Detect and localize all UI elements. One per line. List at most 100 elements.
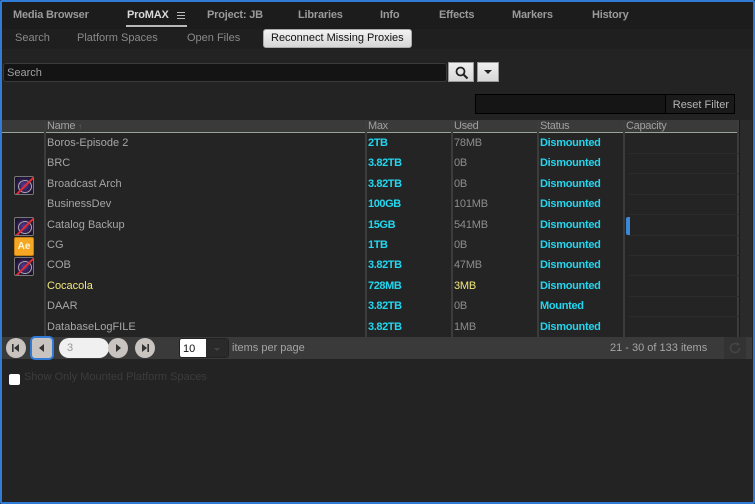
cell-used: 101MB [454, 198, 488, 211]
cell-used: 78MB [454, 137, 482, 149]
table-row[interactable]: Boros-Episode 2 2TB 78MB Dismounted [2, 134, 739, 154]
tab-info[interactable]: Info [380, 9, 400, 21]
after-effects-icon: Ae [14, 237, 34, 256]
table-header: Name ↑ Max Used Status Capacity [2, 120, 739, 133]
first-page-button[interactable] [6, 338, 26, 358]
cell-max: 3.82TB [368, 300, 402, 313]
column-header-capacity[interactable]: Capacity [626, 120, 667, 133]
tab-promax[interactable]: ProMAX [127, 9, 169, 21]
sort-ascending-icon: ↑ [78, 122, 82, 131]
items-per-page-label: items per page [232, 342, 305, 354]
table-row[interactable]: DAAR 3.82TB 0B Mounted [2, 297, 739, 318]
tab-markers[interactable]: Markers [512, 9, 553, 21]
cell-used: 0B [454, 157, 468, 170]
column-header-name[interactable]: Name ↑ [47, 120, 82, 133]
subtab-search[interactable]: Search [15, 32, 50, 44]
cell-max: 15GB [368, 218, 396, 231]
subtab-platform-spaces[interactable]: Platform Spaces [77, 32, 158, 44]
table-row[interactable]: Catalog Backup 15GB 541MB Dismounted [2, 216, 739, 236]
project-offline-icon [14, 175, 34, 195]
cell-status: Dismounted [540, 198, 601, 211]
reset-filter-button[interactable]: Reset Filter [665, 94, 735, 114]
cell-name: DAAR [47, 300, 78, 313]
previous-page-icon [39, 344, 44, 352]
tab-project-jb[interactable]: Project: JB [207, 9, 263, 21]
previous-page-button[interactable] [32, 338, 52, 358]
search-input[interactable] [3, 63, 447, 82]
cell-name: BRC [47, 157, 71, 170]
cell-status: Mounted [540, 300, 584, 313]
column-header-max[interactable]: Max [368, 120, 388, 133]
table-row[interactable]: COB 3.82TB 47MB Dismounted [2, 256, 739, 277]
cell-name: Boros-Episode 2 [47, 137, 129, 149]
cell-status: Dismounted [540, 259, 601, 272]
last-page-button[interactable] [135, 338, 155, 358]
cell-max: 728MB [368, 279, 402, 292]
cell-status: Dismounted [540, 157, 601, 170]
filter-input[interactable] [475, 94, 666, 114]
chevron-down-icon [206, 339, 228, 357]
item-range-label: 21 - 30 of 133 items [610, 342, 708, 354]
table-row[interactable]: Cocacola 728MB 3MB Dismounted [2, 277, 739, 297]
cell-max: 3.82TB [368, 320, 402, 333]
table-row[interactable]: Ae CG 1TB 0B Dismounted [2, 236, 739, 256]
table-scrollbar[interactable] [739, 120, 752, 337]
platform-spaces-table: Name ↑ Max Used Status Capacity Boros-Epi… [2, 120, 739, 338]
cell-name: Catalog Backup [47, 218, 125, 231]
cell-max: 2TB [368, 137, 388, 149]
project-offline-icon [14, 216, 34, 236]
cell-used: 0B [454, 177, 468, 190]
show-only-mounted-checkbox[interactable] [9, 374, 20, 385]
capacity-bar [626, 216, 630, 235]
page-size-value: 10 [180, 339, 206, 357]
reconnect-missing-proxies-button[interactable]: Reconnect Missing Proxies [263, 29, 412, 48]
page-number-input[interactable] [59, 338, 109, 358]
search-icon [455, 66, 469, 80]
cell-status: Dismounted [540, 239, 601, 251]
column-header-name-label: Name [47, 120, 76, 132]
tab-history[interactable]: History [592, 9, 629, 21]
table-row[interactable]: BusinessDev 100GB 101MB Dismounted [2, 195, 739, 216]
table-row[interactable]: BRC 3.82TB 0B Dismounted [2, 154, 739, 175]
cell-name: Cocacola [47, 279, 93, 292]
cell-used: 1MB [454, 320, 477, 333]
table-row[interactable]: DatabaseLogFILE 3.82TB 1MB Dismounted [2, 318, 739, 338]
cell-status: Dismounted [540, 137, 601, 149]
cell-status: Dismounted [540, 177, 601, 190]
cell-used: 47MB [454, 259, 482, 272]
cell-used: 0B [454, 239, 468, 251]
project-offline-icon [14, 257, 34, 277]
subtab-open-files[interactable]: Open Files [187, 32, 240, 44]
tab-media-browser[interactable]: Media Browser [13, 9, 89, 21]
search-button[interactable] [448, 62, 474, 82]
cell-name: COB [47, 259, 71, 272]
column-header-used[interactable]: Used [454, 120, 479, 133]
cell-name: CG [47, 239, 64, 251]
cell-status: Dismounted [540, 218, 601, 231]
sub-tab-bar: Search Platform Spaces Open Files Reconn… [2, 29, 753, 49]
cell-max: 100GB [368, 198, 401, 211]
show-only-mounted-label: Show Only Mounted Platform Spaces [24, 371, 207, 383]
panel-menu-icon[interactable] [177, 12, 185, 19]
pager: 10 items per page 21 - 30 of 133 items [2, 337, 752, 359]
column-header-status[interactable]: Status [540, 120, 570, 133]
refresh-icon [729, 342, 741, 354]
panel-tab-bar: Media Browser ProMAX Project: JB Librari… [2, 2, 753, 29]
search-options-dropdown[interactable] [477, 62, 499, 82]
next-page-button[interactable] [108, 338, 128, 358]
cell-used: 541MB [454, 218, 488, 231]
cell-name: BusinessDev [47, 198, 112, 211]
table-row[interactable]: Broadcast Arch 3.82TB 0B Dismounted [2, 175, 739, 195]
cell-name: Broadcast Arch [47, 177, 122, 190]
last-page-icon [142, 344, 149, 352]
page-size-select[interactable]: 10 [179, 338, 229, 358]
cell-max: 3.82TB [368, 177, 402, 190]
tab-effects[interactable]: Effects [439, 9, 474, 21]
cell-max: 3.82TB [368, 259, 402, 272]
cell-max: 1TB [368, 239, 388, 251]
cell-status: Dismounted [540, 320, 601, 333]
tab-libraries[interactable]: Libraries [298, 9, 343, 21]
cell-used: 0B [454, 300, 468, 313]
refresh-button[interactable] [724, 337, 746, 359]
cell-max: 3.82TB [368, 157, 402, 170]
